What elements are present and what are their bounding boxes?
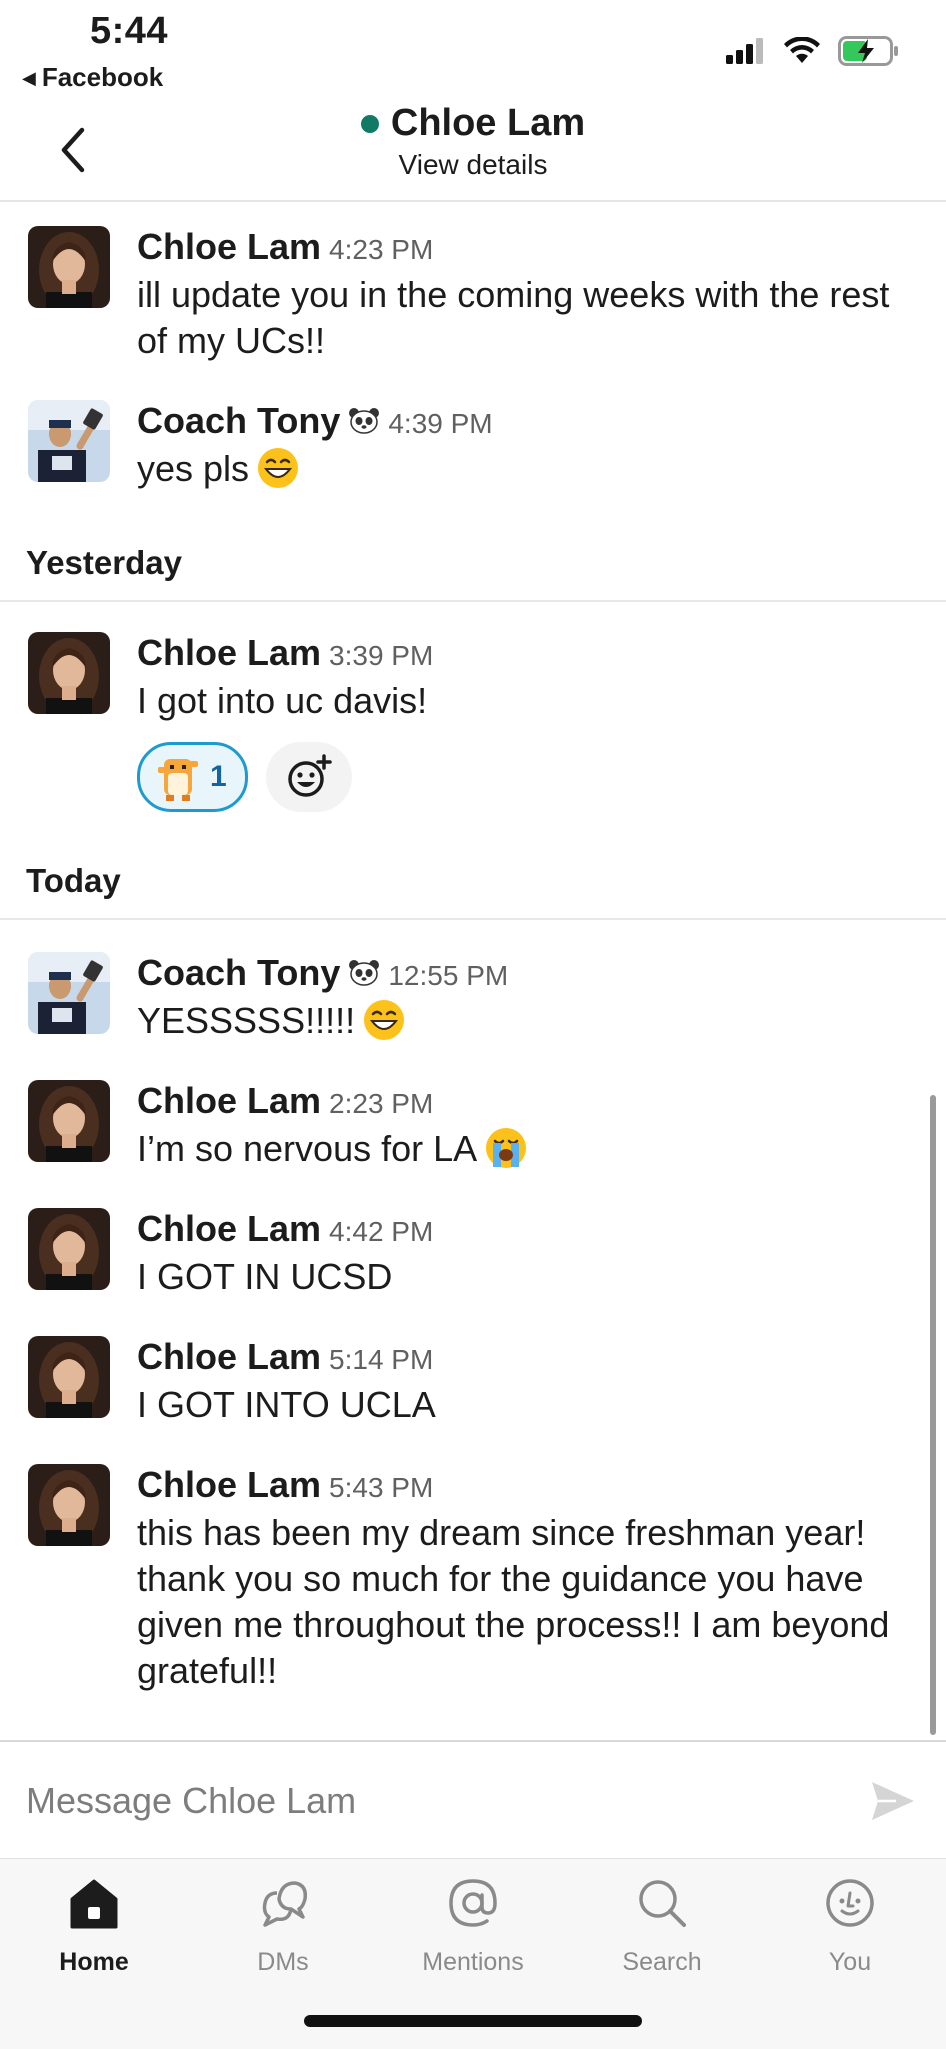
message-time: 4:39 PM [388, 408, 493, 439]
divider-line [0, 918, 946, 920]
message-input[interactable] [26, 1780, 826, 1822]
date-divider: Yesterday [0, 544, 946, 602]
tab-search[interactable]: Search [572, 1873, 752, 1977]
hamster-dance-icon [158, 759, 198, 801]
avatar[interactable] [28, 1464, 110, 1546]
tab-label: DMs [257, 1948, 309, 1976]
message-author[interactable]: Chloe Lam [137, 1080, 321, 1121]
avatar[interactable] [28, 400, 110, 482]
date-divider: Today [0, 862, 946, 920]
message-time: 3:39 PM [329, 640, 434, 671]
add-reaction-icon [287, 754, 332, 797]
tab-home[interactable]: Home [4, 1873, 184, 1977]
message-author[interactable]: Chloe Lam [137, 226, 321, 267]
grinning-face-icon [257, 447, 300, 489]
tab-label: You [828, 1948, 872, 1976]
avatar[interactable] [28, 952, 110, 1034]
wifi-icon [784, 37, 820, 63]
tab-dms[interactable]: DMs [193, 1873, 373, 1977]
status-time: 5:44 [90, 10, 169, 52]
avatar[interactable] [28, 1336, 110, 1418]
grinning-face-icon [363, 999, 406, 1041]
send-icon[interactable] [868, 1776, 918, 1826]
crying-face-icon [485, 1127, 528, 1169]
message-text: ill update you in the coming weeks with … [137, 274, 890, 361]
back-to-app-link[interactable]: ◀ Facebook [22, 62, 163, 93]
view-details-link[interactable]: View details [0, 149, 946, 181]
panda-status-icon [348, 407, 381, 434]
avatar[interactable] [28, 226, 110, 308]
message-time: 4:42 PM [329, 1216, 434, 1247]
tab-label: Mentions [422, 1948, 524, 1976]
message-author[interactable]: Coach Tony [137, 952, 340, 993]
header-title: Chloe Lam [390, 102, 586, 144]
battery-charging-icon [838, 36, 898, 66]
tab-label: Search [622, 1948, 702, 1976]
message-text: I GOT INTO UCLA [137, 1384, 436, 1425]
home-indicator[interactable] [304, 2015, 642, 2027]
message-list[interactable]: Chloe Lam 4:23 PM ill update you in the c… [0, 202, 946, 1742]
avatar[interactable] [28, 632, 110, 714]
message-author[interactable]: Chloe Lam [137, 1336, 321, 1377]
message-text: yes pls [137, 448, 250, 489]
message-time: 5:14 PM [329, 1344, 434, 1375]
back-app-label: Facebook [41, 62, 164, 92]
message-author[interactable]: Chloe Lam [137, 632, 321, 673]
message-author[interactable]: Chloe Lam [137, 1464, 321, 1505]
reaction-row: 1 [137, 742, 910, 812]
status-bar: 5:44 ◀ Facebook [0, 0, 946, 100]
system-icons [726, 36, 900, 66]
header-title-block[interactable]: Chloe Lam View details [0, 100, 946, 181]
tab-you[interactable]: You [760, 1873, 940, 1977]
avatar[interactable] [28, 1080, 110, 1162]
back-triangle-icon: ◀ [22, 68, 36, 88]
dms-icon [262, 1881, 308, 1927]
message-author[interactable]: Coach Tony [137, 400, 340, 441]
you-icon [826, 1879, 874, 1927]
mentions-icon [449, 1879, 497, 1927]
message-time: 12:55 PM [388, 960, 509, 991]
message-text: I’m so nervous for LA [137, 1128, 478, 1169]
panda-status-icon [348, 959, 381, 986]
scrollbar[interactable] [930, 1095, 936, 1735]
presence-dot-icon [360, 114, 379, 133]
message-composer [0, 1740, 946, 1858]
add-reaction-button[interactable] [265, 742, 352, 812]
home-icon [70, 1879, 118, 1929]
tab-label: Home [59, 1948, 129, 1976]
message-text: this has been my dream since freshman ye… [137, 1512, 890, 1691]
message-text: YESSSSS!!!!! [137, 1000, 356, 1041]
message-time: 2:23 PM [329, 1088, 434, 1119]
divider-line [0, 600, 946, 602]
conversation-header: Chloe Lam View details [0, 100, 946, 202]
reaction-count: 1 [210, 760, 227, 793]
message-author[interactable]: Chloe Lam [137, 1208, 321, 1249]
date-divider-label: Yesterday [26, 544, 182, 581]
date-divider-label: Today [26, 862, 121, 899]
message-text: I got into uc davis! [137, 680, 428, 721]
avatar[interactable] [28, 1208, 110, 1290]
tab-mentions[interactable]: Mentions [383, 1873, 563, 1977]
message-time: 4:23 PM [329, 234, 434, 265]
cellular-signal-icon [726, 38, 763, 64]
search-icon [639, 1880, 686, 1927]
message-text: I GOT IN UCSD [137, 1256, 393, 1297]
message-time: 5:43 PM [329, 1472, 434, 1503]
reaction-pill[interactable]: 1 [137, 742, 248, 812]
